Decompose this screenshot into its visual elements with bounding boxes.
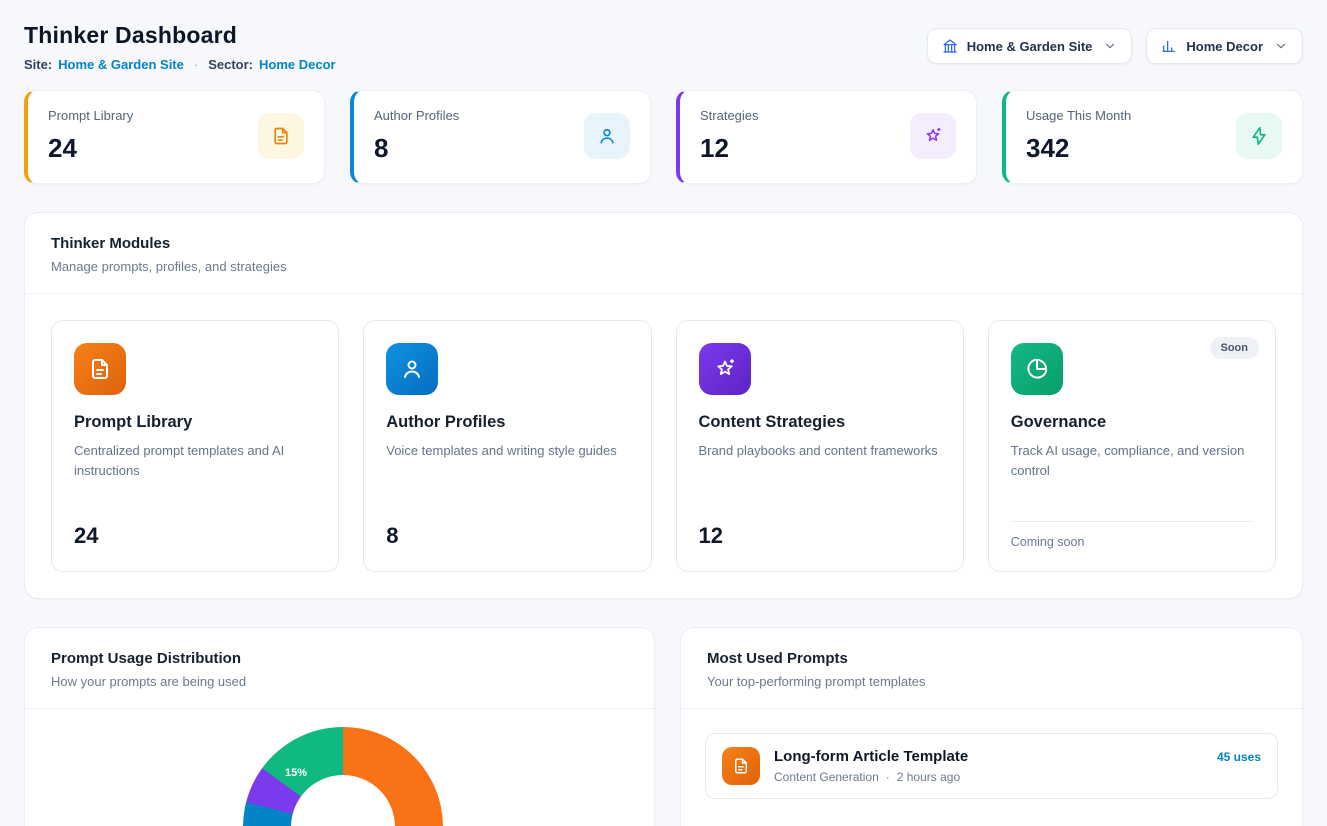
stat-card-strategies: Strategies 12 — [676, 90, 977, 184]
donut-chart-area: 15% — [25, 709, 654, 826]
site-selector-dropdown[interactable]: Home & Garden Site — [927, 28, 1133, 64]
modules-panel-subtitle: Manage prompts, profiles, and strategies — [51, 259, 1276, 274]
site-selector-label: Home & Garden Site — [967, 39, 1093, 54]
usage-distribution-panel: Prompt Usage Distribution How your promp… — [24, 627, 655, 826]
usage-panel-header: Prompt Usage Distribution How your promp… — [25, 628, 654, 709]
stats-row: Prompt Library 24 Author Profiles 8 Stra… — [24, 90, 1303, 184]
module-description: Brand playbooks and content frameworks — [699, 441, 941, 461]
sparkle-star-icon — [699, 343, 751, 395]
usage-donut: 15% — [243, 727, 443, 826]
document-icon — [258, 113, 304, 159]
modules-panel-title: Thinker Modules — [51, 235, 1276, 252]
user-icon — [386, 343, 438, 395]
stat-value: 342 — [1026, 133, 1131, 164]
module-title: Content Strategies — [699, 413, 941, 432]
stat-label: Strategies — [700, 108, 759, 123]
sector-label: Sector: — [208, 57, 253, 72]
stat-info: Prompt Library 24 — [48, 108, 133, 164]
stat-card-author-profiles: Author Profiles 8 — [350, 90, 651, 184]
sparkle-star-icon — [910, 113, 956, 159]
page-title: Thinker Dashboard — [24, 22, 336, 49]
usage-panel-title: Prompt Usage Distribution — [51, 650, 628, 667]
module-count: 24 — [74, 507, 316, 549]
document-icon — [722, 747, 760, 785]
stat-label: Usage This Month — [1026, 108, 1131, 123]
stat-value: 12 — [700, 133, 759, 164]
prompt-uses-count: 45 uses — [1217, 750, 1261, 764]
topbar: Thinker Dashboard Site: Home & Garden Si… — [24, 22, 1303, 72]
module-count: 8 — [386, 507, 628, 549]
sector-selector-label: Home Decor — [1186, 39, 1263, 54]
module-card-author-profiles[interactable]: Author Profiles Voice templates and writ… — [363, 320, 651, 572]
stat-value: 8 — [374, 133, 459, 164]
thinker-dashboard-page: Thinker Dashboard Site: Home & Garden Si… — [0, 0, 1327, 826]
usage-panel-subtitle: How your prompts are being used — [51, 674, 628, 689]
building-icon — [942, 38, 958, 54]
lightning-bolt-icon — [1236, 113, 1282, 159]
module-description: Centralized prompt templates and AI inst… — [74, 441, 316, 480]
site-link[interactable]: Home & Garden Site — [58, 57, 184, 72]
bottom-row: Prompt Usage Distribution How your promp… — [24, 627, 1303, 826]
stat-info: Usage This Month 342 — [1026, 108, 1131, 164]
module-card-content-strategies[interactable]: Content Strategies Brand playbooks and c… — [676, 320, 964, 572]
prompt-item-title: Long-form Article Template — [774, 748, 968, 765]
stat-info: Author Profiles 8 — [374, 108, 459, 164]
module-title: Governance — [1011, 413, 1253, 432]
meta-separator-dot: · — [886, 770, 890, 784]
thinker-modules-panel: Thinker Modules Manage prompts, profiles… — [24, 212, 1303, 599]
stat-card-prompt-library: Prompt Library 24 — [24, 90, 325, 184]
most-used-prompts-panel: Most Used Prompts Your top-performing pr… — [680, 627, 1303, 826]
user-icon — [584, 113, 630, 159]
stat-value: 24 — [48, 133, 133, 164]
module-title: Prompt Library — [74, 413, 316, 432]
stat-label: Author Profiles — [374, 108, 459, 123]
module-description: Voice templates and writing style guides — [386, 441, 628, 461]
modules-panel-header: Thinker Modules Manage prompts, profiles… — [25, 213, 1302, 294]
pie-chart-icon — [1011, 343, 1063, 395]
modules-grid: Prompt Library Centralized prompt templa… — [25, 294, 1302, 598]
stat-info: Strategies 12 — [700, 108, 759, 164]
soon-badge: Soon — [1210, 337, 1260, 359]
donut-segment-label: 15% — [285, 767, 307, 779]
module-description: Track AI usage, compliance, and version … — [1011, 441, 1253, 480]
module-title: Author Profiles — [386, 413, 628, 432]
prompt-item-info: Long-form Article Template Content Gener… — [774, 748, 968, 784]
chevron-down-icon — [1274, 39, 1288, 53]
sector-selector-dropdown[interactable]: Home Decor — [1146, 28, 1303, 64]
title-block: Thinker Dashboard Site: Home & Garden Si… — [24, 22, 336, 72]
module-card-governance[interactable]: Soon Governance Track AI usage, complian… — [988, 320, 1276, 572]
sector-link[interactable]: Home Decor — [259, 57, 336, 72]
prompt-category: Content Generation — [774, 770, 879, 784]
prompt-list-item[interactable]: Long-form Article Template Content Gener… — [705, 733, 1278, 799]
header-actions: Home & Garden Site Home Decor — [927, 28, 1303, 64]
stat-label: Prompt Library — [48, 108, 133, 123]
prompts-panel-title: Most Used Prompts — [707, 650, 1276, 667]
site-label: Site: — [24, 57, 52, 72]
bar-chart-icon — [1161, 38, 1177, 54]
prompt-timestamp: 2 hours ago — [897, 770, 960, 784]
stat-card-usage: Usage This Month 342 — [1002, 90, 1303, 184]
coming-soon-text: Coming soon — [1011, 521, 1253, 549]
module-count: 12 — [699, 507, 941, 549]
document-icon — [74, 343, 126, 395]
chevron-down-icon — [1103, 39, 1117, 53]
module-card-prompt-library[interactable]: Prompt Library Centralized prompt templa… — [51, 320, 339, 572]
breadcrumb: Site: Home & Garden Site · Sector: Home … — [24, 57, 336, 72]
prompts-panel-subtitle: Your top-performing prompt templates — [707, 674, 1276, 689]
prompt-item-meta: Content Generation · 2 hours ago — [774, 770, 968, 784]
prompts-panel-header: Most Used Prompts Your top-performing pr… — [681, 628, 1302, 709]
separator-dot: · — [194, 57, 198, 72]
